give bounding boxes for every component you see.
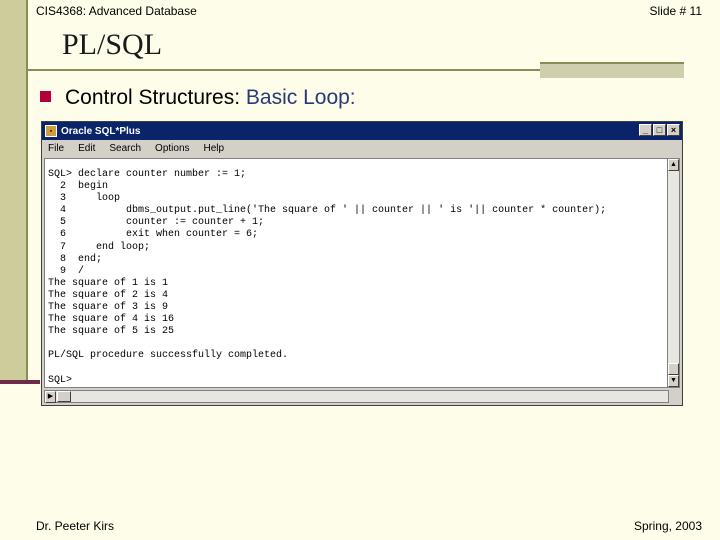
menu-file[interactable]: File [48,143,64,154]
slide-number: Slide # 11 [649,4,702,18]
menu-help[interactable]: Help [204,143,225,154]
code-line: 3 loop [48,193,121,205]
console-output: SQL> declare counter number := 1; 2 begi… [45,159,668,387]
bullet-prefix: Control Structures: [65,86,246,109]
horizontal-scrollbar[interactable]: ◀ ▶ [44,390,669,403]
sql-prompt: SQL> [48,374,73,386]
scroll-down-icon[interactable]: ▼ [668,375,679,387]
scroll-up-icon[interactable]: ▲ [668,159,679,171]
output-line: The square of 4 is 16 [48,314,175,326]
left-decor-bar [0,0,28,384]
window-controls: _ □ × [639,124,680,136]
course-header: CIS4368: Advanced Database [36,4,197,18]
slide-title: PL/SQL [62,28,163,61]
menu-edit[interactable]: Edit [78,143,95,154]
vertical-scrollbar[interactable]: ▲ ▼ [667,158,680,388]
bullet-marker-icon [40,91,51,102]
vertical-scroll-thumb[interactable] [668,363,679,375]
menu-options[interactable]: Options [155,143,189,154]
bullet-topic: Basic Loop: [245,86,356,109]
output-line: The square of 2 is 4 [48,289,169,301]
code-line: 9 / [48,265,85,277]
window-title: Oracle SQL*Plus [61,125,141,137]
left-decor-accent [0,380,40,384]
output-line: The square of 1 is 1 [48,277,169,289]
scroll-right-icon[interactable]: ▶ [45,391,56,403]
close-button[interactable]: × [667,124,680,136]
title-accent-block [540,62,684,78]
sqlplus-window: ▪ Oracle SQL*Plus _ □ × File Edit Search… [41,121,683,406]
output-line: The square of 3 is 9 [48,302,169,314]
minimize-button[interactable]: _ [639,124,652,136]
maximize-button[interactable]: □ [653,124,666,136]
sqlplus-console[interactable]: SQL> declare counter number := 1; 2 begi… [44,158,669,388]
menu-search[interactable]: Search [109,143,141,154]
term-footer: Spring, 2003 [633,519,702,533]
code-line: 5 counter := counter + 1; [48,217,265,229]
oracle-app-icon: ▪ [45,125,57,137]
menu-bar: File Edit Search Options Help [42,140,682,156]
code-line: SQL> declare counter number := 1; [48,169,247,180]
status-message: PL/SQL procedure successfully completed. [48,350,289,362]
author-footer: Dr. Peeter Kirs [36,519,115,533]
output-line: The square of 5 is 25 [48,326,175,338]
code-line: 2 begin [48,181,109,193]
code-line: 7 end loop; [48,241,151,253]
horizontal-scroll-thumb[interactable] [57,391,71,402]
bullet-item: Control Structures: Basic Loop: [40,86,356,110]
window-titlebar[interactable]: ▪ Oracle SQL*Plus _ □ × [42,122,682,140]
code-line: 8 end; [48,253,103,265]
code-line: 6 exit when counter = 6; [48,229,259,241]
code-line: 4 dbms_output.put_line('The square of ' … [48,205,607,217]
